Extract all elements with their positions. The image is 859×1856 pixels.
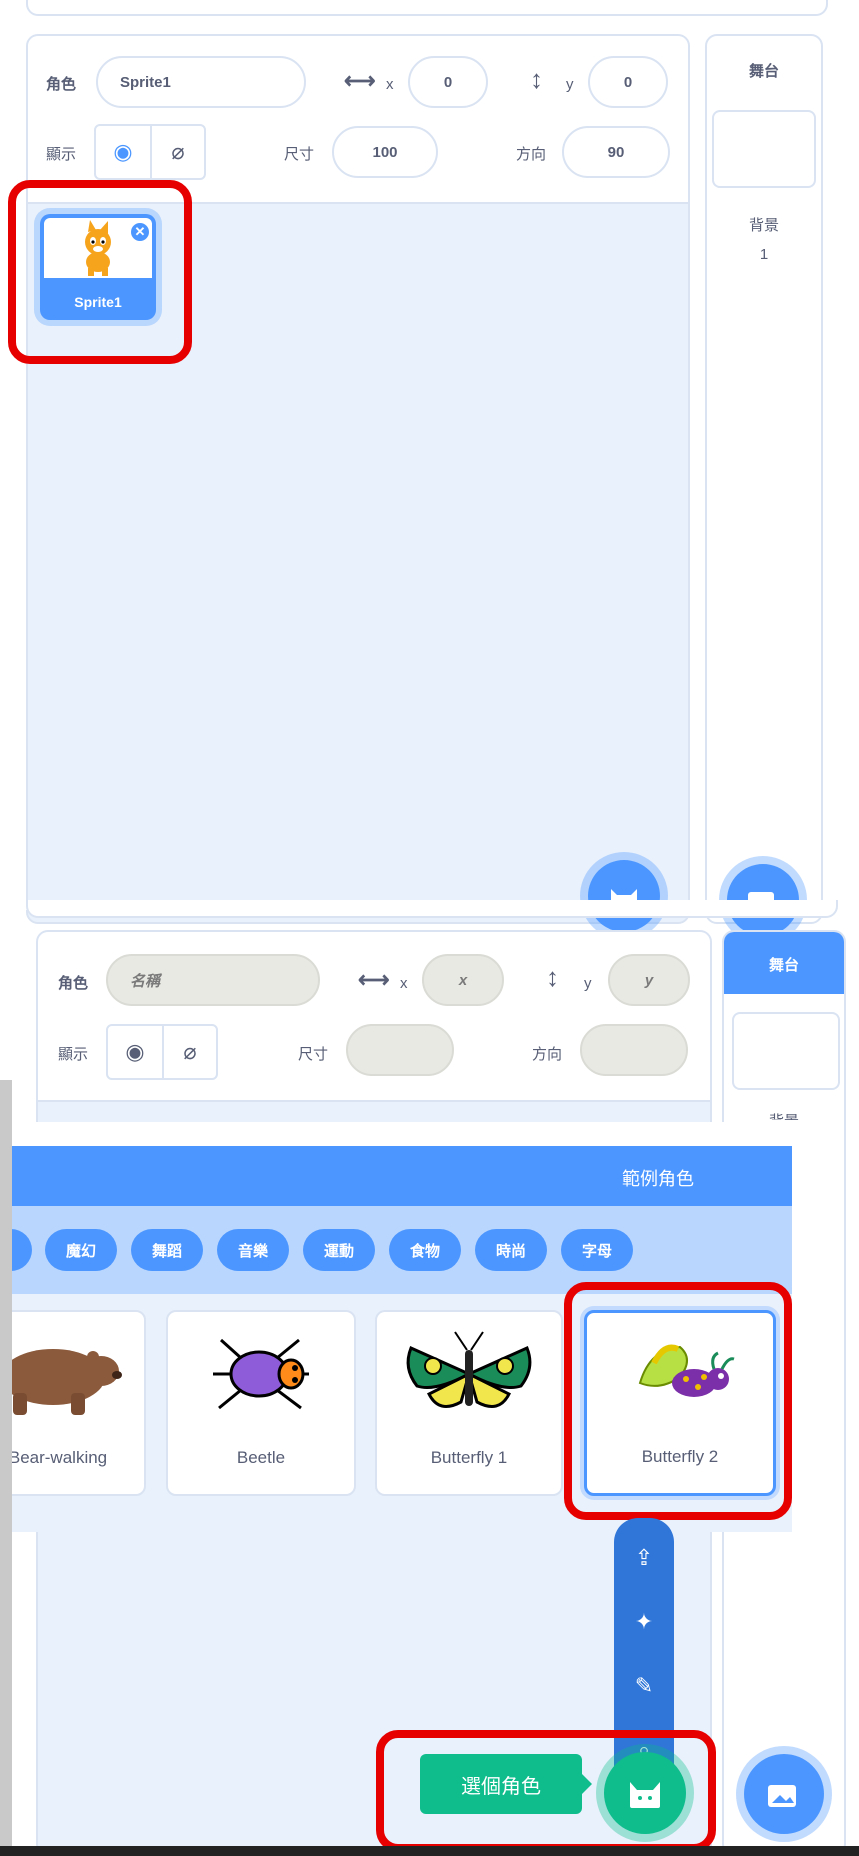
y-arrows-icon: ↕ [530, 64, 543, 94]
highlight-sprite-tile [8, 180, 192, 364]
tag-music[interactable]: 音樂 [217, 1229, 289, 1271]
library-item-name: Beetle [236, 1448, 286, 1467]
size-input[interactable]: 100 [332, 126, 438, 178]
screenshot-root: 角色 Sprite1 ⟷ x 0 ↕ y 0 顯示 ◉ ⌀ 尺寸 100 方向 … [0, 0, 859, 1856]
size-input-disabled [346, 1024, 454, 1076]
tag-food[interactable]: 食物 [389, 1229, 461, 1271]
library-item-beetle[interactable]: Beetle [166, 1310, 356, 1496]
direction-label-bottom: 方向 [532, 1046, 563, 1063]
sprite-label-bottom: 角色 [58, 975, 89, 992]
highlight-butterfly-2 [564, 1282, 792, 1520]
show-eye-icon-bottom: ◉ [125, 1039, 145, 1064]
y-arrows-icon-bottom: ↕ [546, 962, 559, 992]
choose-backdrop-fab[interactable] [744, 1754, 824, 1834]
top-panel-remnant [26, 0, 828, 16]
y-label: y [566, 76, 574, 93]
x-arrows-icon-bottom: ⟷ [358, 967, 390, 992]
butterfly-1-icon [377, 1330, 561, 1418]
library-item-name: Butterfly 1 [430, 1448, 508, 1467]
bear-icon [0, 1330, 144, 1418]
hide-icon[interactable]: ⌀ [150, 126, 204, 178]
tag-sports[interactable]: 運動 [303, 1229, 375, 1271]
direction-input-disabled [580, 1024, 688, 1076]
sprite-label: 角色 [46, 76, 77, 93]
beetle-icon [168, 1330, 354, 1418]
upload-icon[interactable]: ⇪ [614, 1538, 674, 1578]
library-header: 範例角色 [0, 1146, 792, 1206]
highlight-choose-sprite [376, 1730, 716, 1852]
x-input-disabled: x [422, 954, 504, 1006]
show-label-bottom: 顯示 [58, 1046, 89, 1063]
visibility-toggle-bottom: ◉ ⌀ [106, 1024, 218, 1080]
y-input-disabled: y [608, 954, 690, 1006]
y-label-bottom: y [584, 975, 592, 992]
surprise-icon[interactable]: ✦ [614, 1602, 674, 1642]
paint-icon[interactable]: ✎ [614, 1666, 674, 1706]
stage-thumbnail-bottom[interactable] [732, 1012, 840, 1090]
bottom-top-edge [26, 900, 838, 918]
x-label: x [386, 76, 394, 93]
size-label-bottom: 尺寸 [298, 1046, 329, 1063]
show-label: 顯示 [46, 146, 77, 163]
backdrops-label-bottom: 背景 [724, 1110, 844, 1120]
library-item-butterfly-1[interactable]: Butterfly 1 [375, 1310, 563, 1496]
direction-input[interactable]: 90 [562, 126, 670, 178]
x-label-bottom: x [400, 975, 408, 992]
tag-fashion[interactable]: 時尚 [475, 1229, 547, 1271]
y-input[interactable]: 0 [588, 56, 668, 108]
backdrops-label: 背景 [748, 217, 779, 234]
hide-icon-bottom: ⌀ [162, 1026, 216, 1078]
visibility-toggle: ◉ ⌀ [94, 124, 206, 180]
choose-sprite-fab-top[interactable] [588, 860, 660, 932]
stage-header[interactable]: 舞台 [705, 60, 823, 81]
tag-fantasy[interactable]: 魔幻 [45, 1229, 117, 1271]
left-edge-bar [0, 1080, 12, 1856]
sprite-name-input-disabled: 名稱 [106, 954, 320, 1006]
tag-dance[interactable]: 舞蹈 [131, 1229, 203, 1271]
size-label: 尺寸 [284, 146, 315, 163]
x-input[interactable]: 0 [408, 56, 488, 108]
backdrop-add-icon-bottom [768, 1785, 796, 1807]
library-item-name: Bear-walking [8, 1448, 108, 1467]
backdrops-count: 1 [759, 246, 769, 263]
bottom-edge-bar [0, 1846, 859, 1856]
library-title: 範例角色 [622, 1169, 694, 1189]
sprite-name-input[interactable]: Sprite1 [96, 56, 306, 108]
show-eye-icon[interactable]: ◉ [96, 126, 150, 178]
library-item-bear-walking[interactable]: Bear-walking [0, 1310, 146, 1496]
stage-header-bottom: 舞台 [768, 957, 799, 974]
direction-label: 方向 [516, 146, 547, 163]
x-arrows-icon: ⟷ [344, 68, 376, 93]
stage-thumbnail[interactable] [712, 110, 816, 188]
tag-letters[interactable]: 字母 [561, 1229, 633, 1271]
